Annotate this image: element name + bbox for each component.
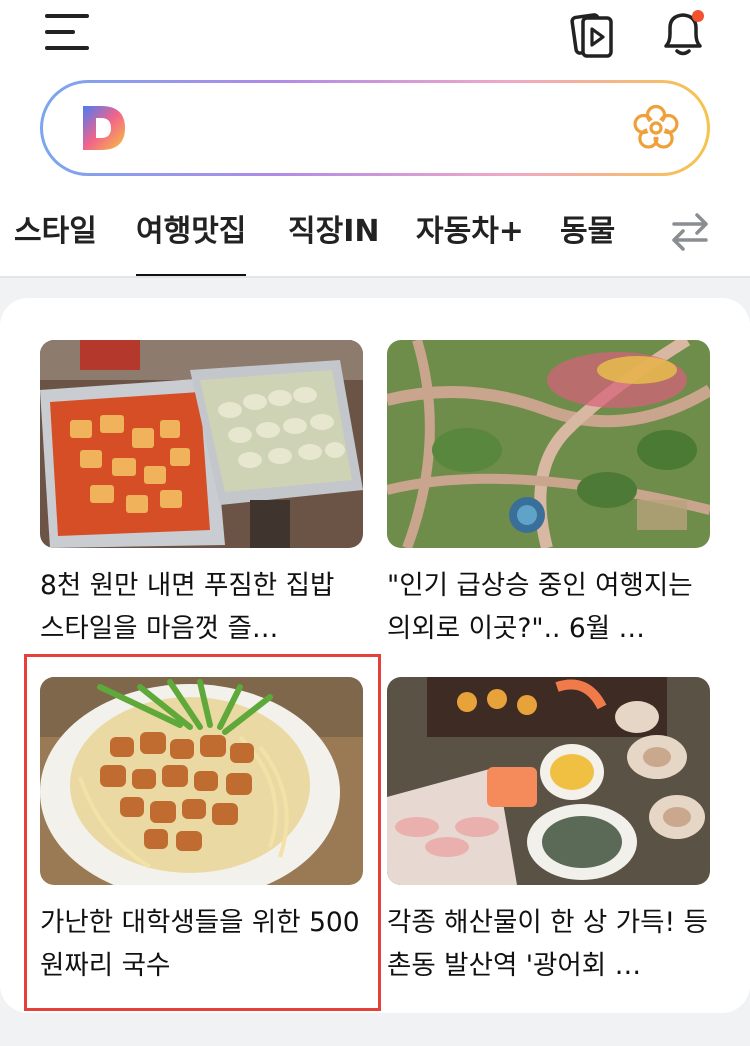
top-header: 스타일 여행맛집 직장IN 자동차+ 동물 [0, 0, 750, 278]
search-bar[interactable] [40, 80, 710, 176]
tab-car-plus[interactable]: 자동차+ [416, 206, 524, 250]
news-card-title[interactable]: 각종 해산물이 한 상 가득! 등촌동 발산역 '광어회 … [387, 901, 711, 987]
news-card-title[interactable]: 가난한 대학생들을 위한 500원짜리 국수 [40, 901, 364, 987]
tab-travel-food[interactable]: 여행맛집 [136, 206, 247, 278]
news-card[interactable]: 각종 해산물이 한 상 가득! 등촌동 발산역 '광어회 … [387, 677, 711, 987]
hamburger-menu-icon[interactable] [40, 10, 96, 58]
notification-dot [692, 10, 704, 22]
aerial-garden-photo[interactable] [387, 340, 710, 548]
news-card[interactable]: "인기 급상승 중인 여행지는 의외로 이곳?".. 6월 … [387, 340, 711, 650]
news-card[interactable]: 가난한 대학생들을 위한 500원짜리 국수 [40, 677, 364, 987]
search-input[interactable] [153, 101, 617, 157]
news-card[interactable]: 8천 원만 내면 푸짐한 집밥 스타일을 마음껏 즐… [40, 340, 364, 650]
notification-bell-icon[interactable] [656, 6, 710, 60]
noodle-bowl-photo[interactable] [40, 677, 363, 885]
news-card-title[interactable]: 8천 원만 내면 푸짐한 집밥 스타일을 마음껏 즐… [40, 564, 364, 650]
tabs-divider [0, 276, 750, 278]
flower-icon[interactable] [631, 103, 681, 153]
tab-style[interactable]: 스타일 [14, 206, 97, 250]
tab-work-in[interactable]: 직장IN [288, 206, 379, 250]
buffet-trays-photo[interactable] [40, 340, 363, 548]
swap-arrows-icon[interactable] [666, 210, 714, 254]
video-playlist-icon[interactable] [570, 8, 618, 60]
news-card-panel: 8천 원만 내면 푸짐한 집밥 스타일을 마음껏 즐… "인기 급상승 중인 여… [0, 298, 750, 1013]
news-card-title[interactable]: "인기 급상승 중인 여행지는 의외로 이곳?".. 6월 … [387, 564, 711, 650]
daum-logo[interactable] [79, 103, 129, 153]
tab-animals[interactable]: 동물 [560, 206, 615, 250]
seafood-platter-photo[interactable] [387, 677, 710, 885]
category-tabs: 스타일 여행맛집 직장IN 자동차+ 동물 [0, 196, 750, 278]
